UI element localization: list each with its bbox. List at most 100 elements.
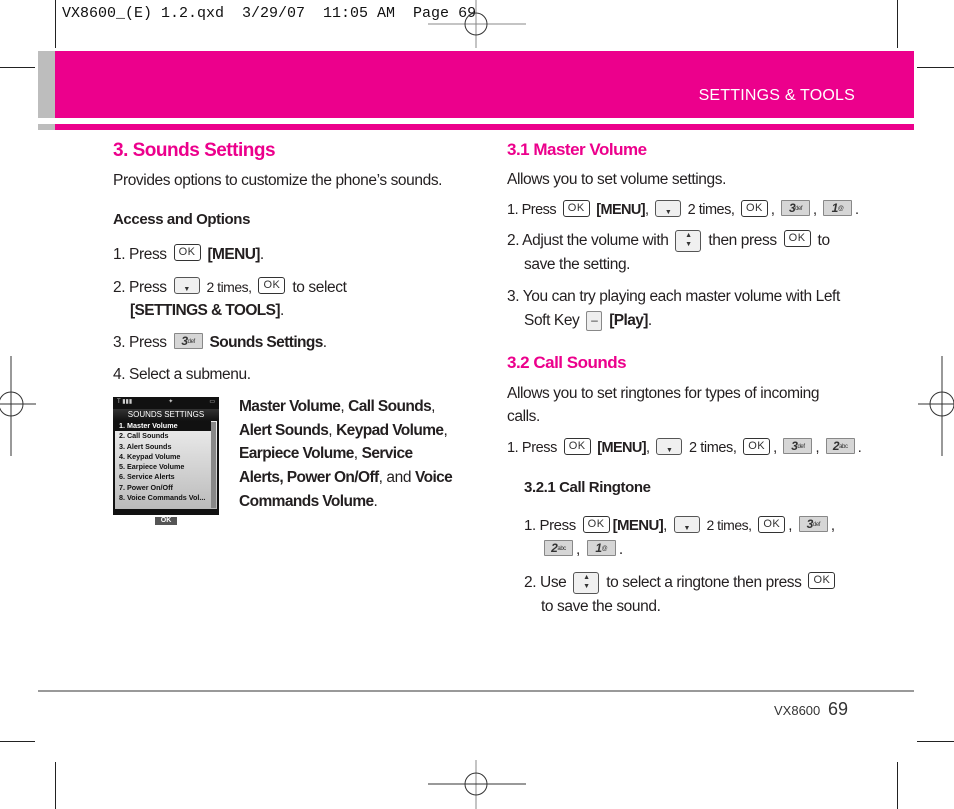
key-digit: 3 (806, 517, 814, 532)
crop-mark (897, 0, 898, 48)
access-heading: Access and Options (113, 211, 251, 228)
master-volume-heading: 3.1 Master Volume (507, 140, 647, 159)
key-3-icon: 3def (783, 438, 813, 455)
sep: , (443, 421, 448, 439)
sep: , (353, 445, 362, 463)
crop-mark (917, 741, 954, 742)
phone-softkey-label: OK (154, 517, 178, 525)
phone-menu-item: 2. Call Sounds (119, 431, 169, 441)
sep: , and (378, 469, 415, 487)
punct: . (647, 312, 652, 329)
ok-key-icon: OK (740, 199, 768, 217)
key-letters: def (812, 522, 821, 529)
key-letters: abc (557, 545, 566, 552)
phone-scrollbar (211, 422, 216, 508)
registration-mark-left (0, 356, 36, 456)
ok-key-icon: OK (783, 230, 811, 248)
nav-down-key-icon: ▼ (173, 277, 200, 295)
submenu-name: Master Volume (239, 398, 341, 415)
step-1: 1. Press OK [MENU]. (113, 243, 264, 267)
submenu-description: Master Volume, Call Sounds, Alert Sounds… (239, 395, 464, 514)
footer-rule (38, 690, 914, 692)
step-2-cont: [SETTINGS & TOOLS]. (130, 299, 284, 323)
master-step-2: 2. Adjust the volume with ▲ ▼ then press … (507, 229, 830, 253)
settings-tools-label: [SETTINGS & TOOLS] (130, 302, 281, 319)
key-1-icon: 1@ (823, 200, 853, 217)
key-1-icon: 1@ (586, 539, 616, 556)
submenu-name: Voice (414, 469, 453, 487)
ok-key-icon: OK (173, 244, 201, 262)
nav-updown-key-icon: ▲ ▼ (573, 571, 600, 594)
submenu-name: Alerts, Power On/Off (239, 469, 379, 487)
call-ringtone-heading: 3.2.1 Call Ringtone (524, 479, 651, 496)
key-3-icon: 3def (798, 516, 828, 533)
step-text: 2 times, (206, 279, 253, 295)
step-text: 2. Use (524, 574, 567, 591)
header-strip-tab (38, 124, 55, 130)
print-slug: VX8600_(E) 1.2.qxd 3/29/07 11:05 AM Page… (62, 5, 477, 22)
registration-mark-top (428, 0, 526, 48)
sep: . (373, 492, 378, 510)
sep: , (328, 421, 337, 439)
key-letters: def (187, 338, 196, 345)
step-3: 3. Press 3def Sounds Settings. (113, 331, 327, 355)
menu-label: [MENU] (597, 440, 647, 456)
master-step-2-cont: save the setting. (524, 256, 631, 273)
step-text: 2. Adjust the volume with (507, 232, 669, 249)
nav-down-key-icon: ▼ (673, 515, 700, 533)
sep: , (431, 398, 436, 415)
play-label: [Play] (609, 312, 648, 329)
key-digit: 1 (595, 540, 602, 555)
master-step-3-cont: Soft Key – [Play]. (524, 309, 652, 333)
step-text: then press (708, 232, 777, 249)
menu-label: [MENU] (207, 246, 261, 263)
header-tab (38, 51, 55, 118)
phone-menu: 1. Master Volume 2. Call Sounds 3. Alert… (115, 421, 217, 509)
step-text: to select (292, 279, 347, 296)
step-text: 2 times, (687, 202, 735, 218)
nav-down-key-icon: ▼ (656, 437, 683, 455)
page-title: 3. Sounds Settings (113, 140, 276, 161)
crop-mark (0, 741, 35, 742)
master-step-1: 1. Press OK [MENU], ▼ 2 times, OK, 3def,… (507, 199, 859, 218)
call-sounds-intro-cont: calls. (507, 408, 540, 425)
submenu-name: Alert Sounds (239, 421, 329, 439)
step-text: Soft Key (524, 312, 580, 329)
phone-menu-item: 4. Keypad Volume (119, 451, 181, 461)
header-band (55, 51, 914, 118)
key-letters: @ (601, 545, 608, 552)
phone-screen-title: SOUNDS SETTINGS (113, 409, 219, 421)
punct: . (259, 246, 264, 263)
ok-key-icon: OK (582, 515, 610, 533)
submenu-name: Earpiece Volume (239, 445, 354, 463)
key-digit: 1 (831, 201, 839, 216)
key-digit: 3 (181, 333, 188, 348)
key-letters: def (797, 444, 806, 451)
signal-icon: T ▮▮▮ (117, 399, 133, 405)
key-digit: 3 (791, 439, 798, 454)
step-text: to (817, 232, 831, 249)
step-text: 1. Press (524, 517, 576, 534)
step-text: 1. Press (113, 246, 167, 263)
key-letters: abc (839, 444, 848, 451)
ok-key-icon: OK (758, 515, 786, 533)
submenu-name: Commands Volume (239, 492, 374, 510)
master-step-3: 3. You can try playing each master volum… (507, 288, 840, 305)
key-letters: def (795, 206, 802, 213)
phone-menu-item: 5. Earpiece Volume (119, 462, 185, 472)
header-strip (55, 124, 914, 130)
nav-updown-key-icon: ▲ ▼ (675, 229, 702, 252)
menu-label: [MENU] (596, 202, 646, 218)
submenu-name: Call Sounds (348, 398, 432, 415)
key-2-icon: 2abc (825, 438, 855, 455)
step-4: 4. Select a submenu. (113, 366, 251, 383)
key-3-icon: 3def (173, 332, 203, 349)
section-title: SETTINGS & TOOLS (698, 87, 855, 104)
key-letters: @ (837, 206, 844, 213)
ok-key-icon: OK (563, 437, 591, 455)
step-text: 1. Press (507, 202, 557, 218)
step-text: 1. Press (507, 440, 557, 456)
phone-menu-item: 8. Voice Commands Vol... (119, 493, 206, 503)
sounds-settings-label: Sounds Settings (209, 334, 324, 351)
call-sounds-intro: Allows you to set ringtones for types of… (507, 385, 820, 402)
